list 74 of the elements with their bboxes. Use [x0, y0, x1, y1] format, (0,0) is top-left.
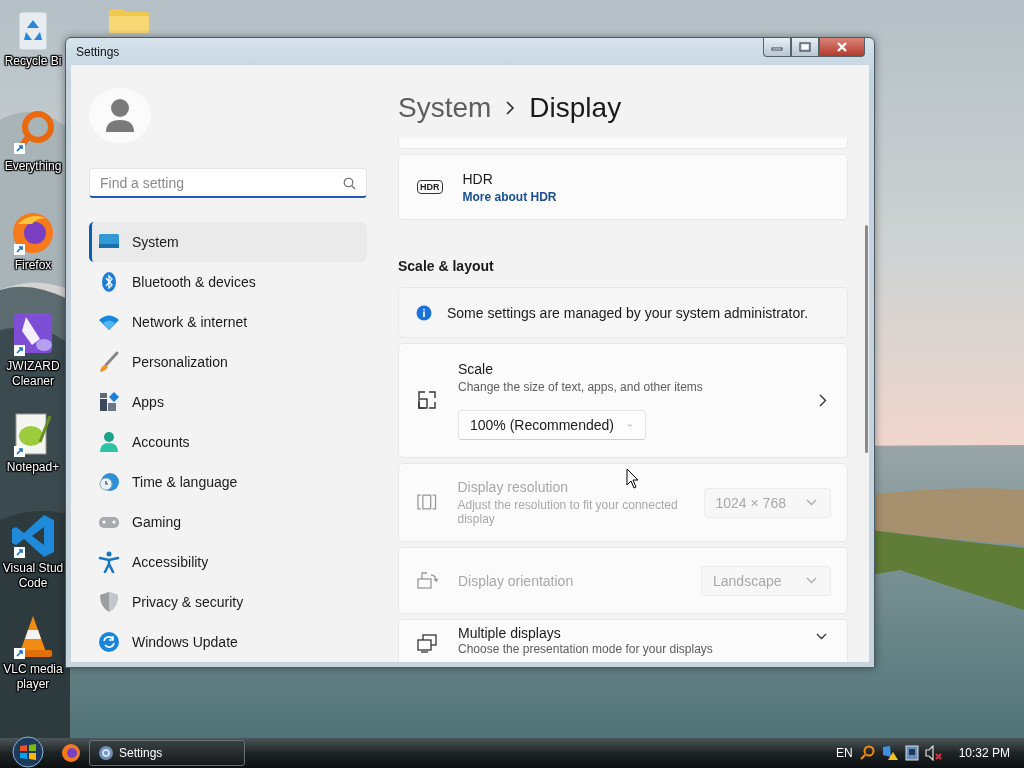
maximize-button[interactable]: [791, 38, 819, 57]
shield-warning-icon: [880, 745, 899, 761]
card-title: HDR: [462, 170, 494, 187]
card-description: Adjust the resolution to fit your connected display: [457, 498, 679, 526]
card-description: Choose the presentation mode for your displays: [458, 642, 714, 656]
desktop-icon-label[interactable]: Notepad+: [0, 460, 66, 475]
nav-item[interactable]: Privacy & security: [89, 582, 367, 622]
shortcut-arrow-icon: [14, 446, 25, 457]
nav-item[interactable]: Gaming: [89, 502, 367, 542]
shield-icon: [98, 591, 120, 613]
card-title: Scale: [458, 361, 495, 377]
maximize-icon: [799, 42, 811, 52]
person-icon: [98, 431, 120, 453]
desktop-icon-label[interactable]: JWIZARD Cleaner: [0, 359, 66, 389]
section-heading: Scale & layout: [398, 258, 495, 274]
hdr-link[interactable]: More about HDR: [462, 189, 557, 204]
nav-item[interactable]: Windows Update: [89, 622, 367, 662]
accessibility-icon: [98, 551, 120, 573]
minimize-button[interactable]: [763, 38, 791, 57]
chevron-right-icon: [505, 101, 516, 115]
card-title: Display resolution: [457, 479, 569, 495]
dropdown[interactable]: 100% (Recommended): [458, 410, 646, 440]
nav-item[interactable]: Apps: [89, 382, 367, 422]
shortcut-arrow-icon: [14, 345, 25, 356]
monitors-icon: [417, 633, 438, 654]
chevron-right-icon: [819, 394, 827, 407]
language-indicator[interactable]: EN: [835, 746, 853, 760]
info-message: Some settings are managed by your system administrator.: [447, 304, 809, 321]
shortcut-arrow-icon: [14, 648, 25, 659]
settings-card[interactable]: Multiple displays Choose the presentation mode for your displays: [398, 619, 848, 662]
taskbar-button[interactable]: Settings: [89, 740, 245, 766]
nav-item[interactable]: System: [89, 222, 367, 262]
card-description: Change the size of text, apps, and other items: [458, 380, 704, 394]
chevron-down-icon: [627, 421, 632, 429]
page-title: Display: [529, 92, 622, 124]
shortcut-arrow-icon: [14, 143, 25, 154]
desktop-icon-label[interactable]: VLC media player: [0, 662, 66, 692]
scale-icon: [417, 390, 438, 411]
pointer-icon: [626, 468, 640, 489]
settings-card[interactable]: Scale Change the size of text, apps, and other items 100% (Recommended): [398, 343, 848, 458]
shortcut-arrow-icon: [14, 244, 25, 255]
clock[interactable]: 10:32 PM: [958, 746, 1010, 760]
apps-icon: [98, 391, 120, 413]
nav-item[interactable]: Network & internet: [89, 302, 367, 342]
info-icon: [416, 304, 432, 321]
hdr-icon: HDR: [417, 180, 443, 194]
nav-item[interactable]: Accounts: [89, 422, 367, 462]
nav-item[interactable]: Personalization: [89, 342, 367, 382]
chevron-down-icon: [806, 577, 817, 584]
chevron-down-icon: [806, 499, 817, 506]
brush-icon: [98, 351, 120, 373]
clock-globe-icon: [98, 471, 120, 493]
firefox-icon: [61, 743, 81, 763]
breadcrumb-link[interactable]: System: [398, 92, 492, 124]
search-field[interactable]: Find a setting: [89, 168, 367, 198]
firefox-icon: [10, 210, 56, 256]
code-editor-icon: [10, 513, 56, 559]
close-button[interactable]: [819, 38, 865, 57]
magnifier-icon: [858, 745, 875, 761]
nav-item[interactable]: Accessibility: [89, 542, 367, 582]
chevron-down-icon: [816, 633, 827, 640]
card-title: Display orientation: [458, 572, 575, 589]
refresh-icon: [98, 631, 120, 653]
speaker-muted-icon: [924, 745, 943, 761]
rotate-icon: [417, 570, 438, 591]
close-icon: [836, 42, 848, 52]
desktop-icon-label[interactable]: Visual Stud Code: [0, 561, 66, 591]
window-title: Settings: [75, 44, 120, 59]
card-title: Multiple displays: [458, 625, 562, 641]
nav-item[interactable]: Bluetooth & devices: [89, 262, 367, 302]
shortcut-arrow-icon: [14, 547, 25, 558]
search-icon: [343, 177, 356, 190]
nav-item[interactable]: Time & language: [89, 462, 367, 502]
scrollbar[interactable]: [865, 225, 868, 453]
